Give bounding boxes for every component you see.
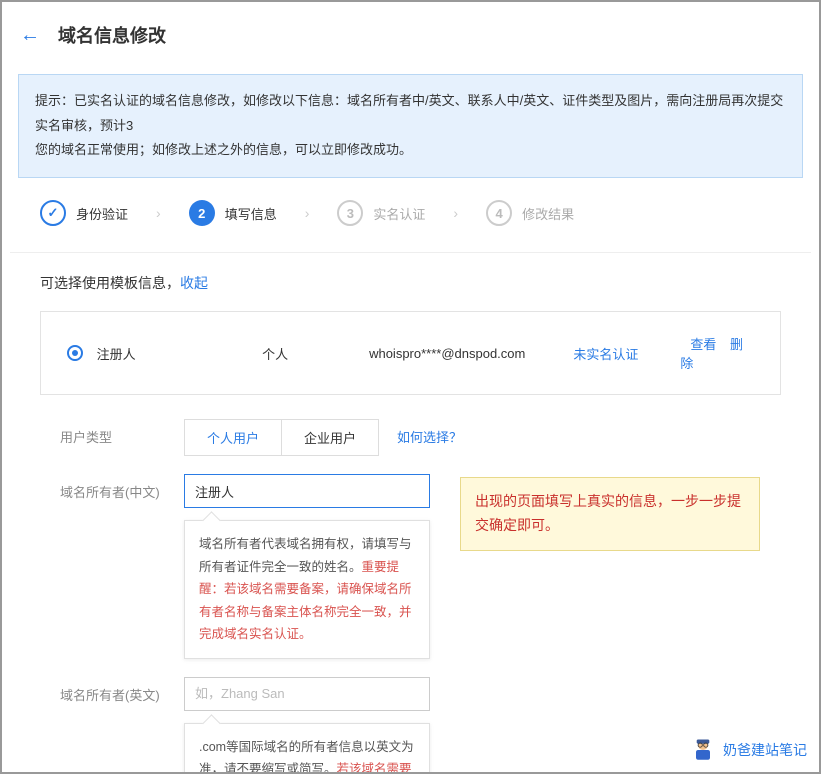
page-title: 域名信息修改 bbox=[58, 22, 166, 48]
step-indicator: ✓ 身份验证 › 2 填写信息 › 3 实名认证 › 4 修改结果 bbox=[10, 200, 811, 253]
check-icon: ✓ bbox=[40, 200, 66, 226]
step-1: ✓ 身份验证 bbox=[40, 200, 128, 226]
row-owner-en: 域名所有者(英文) .com等国际域名的所有者信息以英文为准，请不要缩写或简写。… bbox=[60, 677, 781, 774]
watermark: 奶爸建站笔记 bbox=[689, 736, 807, 764]
template-prefix: 可选择使用模板信息， bbox=[40, 275, 180, 291]
template-radio[interactable] bbox=[67, 345, 83, 361]
step-4: 4 修改结果 bbox=[486, 200, 574, 226]
row-user-type: 用户类型 个人用户 企业用户 如何选择？ bbox=[60, 419, 781, 456]
step-4-number: 4 bbox=[486, 200, 512, 226]
avatar-icon bbox=[689, 736, 717, 764]
step-4-label: 修改结果 bbox=[522, 204, 574, 223]
annotation-text: 出现的页面填写上真实的信息，一步一步提交确定即可。 bbox=[475, 493, 741, 533]
page-header: ← 域名信息修改 bbox=[10, 2, 811, 64]
collapse-link[interactable]: 收起 bbox=[180, 275, 208, 291]
step-3-label: 实名认证 bbox=[373, 204, 425, 223]
step-2-number: 2 bbox=[189, 200, 215, 226]
owner-cn-label: 域名所有者(中文) bbox=[60, 474, 184, 501]
step-2-label: 填写信息 bbox=[225, 204, 277, 223]
owner-cn-input[interactable] bbox=[184, 474, 430, 508]
template-email: whoispro****@dnspod.com bbox=[369, 346, 573, 361]
user-type-label: 用户类型 bbox=[60, 419, 184, 446]
watermark-text: 奶爸建站笔记 bbox=[723, 740, 807, 760]
template-card[interactable]: 注册人 个人 whoispro****@dnspod.com 未实名认证 查看 … bbox=[40, 311, 781, 395]
owner-en-label: 域名所有者(英文) bbox=[60, 677, 184, 704]
owner-cn-hint: 域名所有者代表域名拥有权，请填写与所有者证件完全一致的姓名。重要提醒：若该域名需… bbox=[184, 520, 430, 659]
form-area: 用户类型 个人用户 企业用户 如何选择？ 域名所有者(中文) 域名所有者代表域名… bbox=[10, 419, 811, 774]
user-type-tabs: 个人用户 企业用户 bbox=[184, 419, 379, 456]
owner-en-hint: .com等国际域名的所有者信息以英文为准，请不要缩写或简写。若该域名需要备案，所… bbox=[184, 723, 430, 774]
template-status: 未实名认证 bbox=[573, 344, 680, 363]
template-type: 个人 bbox=[262, 344, 369, 363]
tab-enterprise[interactable]: 企业用户 bbox=[281, 420, 378, 455]
template-actions: 查看 删除 bbox=[680, 334, 754, 372]
template-toggle-line: 可选择使用模板信息，收起 bbox=[10, 273, 811, 311]
owner-en-input[interactable] bbox=[184, 677, 430, 711]
chevron-right-icon: › bbox=[305, 205, 310, 221]
template-name: 注册人 bbox=[97, 344, 262, 363]
step-1-label: 身份验证 bbox=[76, 204, 128, 223]
how-to-choose-link[interactable]: 如何选择？ bbox=[397, 419, 462, 446]
back-arrow-icon[interactable]: ← bbox=[20, 24, 40, 47]
step-2: 2 填写信息 bbox=[189, 200, 277, 226]
tab-personal[interactable]: 个人用户 bbox=[185, 420, 281, 455]
chevron-right-icon: › bbox=[453, 205, 458, 221]
step-3: 3 实名认证 bbox=[337, 200, 425, 226]
view-link[interactable]: 查看 bbox=[690, 337, 716, 352]
annotation-note: 出现的页面填写上真实的信息，一步一步提交确定即可。 bbox=[460, 477, 760, 551]
step-3-number: 3 bbox=[337, 200, 363, 226]
alert-line1: 提示：已实名认证的域名信息修改，如修改以下信息：域名所有者中/英文、联系人中/英… bbox=[35, 93, 783, 133]
alert-line2: 您的域名正常使用；如修改上述之外的信息，可以立即修改成功。 bbox=[35, 142, 412, 157]
info-alert: 提示：已实名认证的域名信息修改，如修改以下信息：域名所有者中/英文、联系人中/英… bbox=[18, 74, 803, 178]
chevron-right-icon: › bbox=[156, 205, 161, 221]
